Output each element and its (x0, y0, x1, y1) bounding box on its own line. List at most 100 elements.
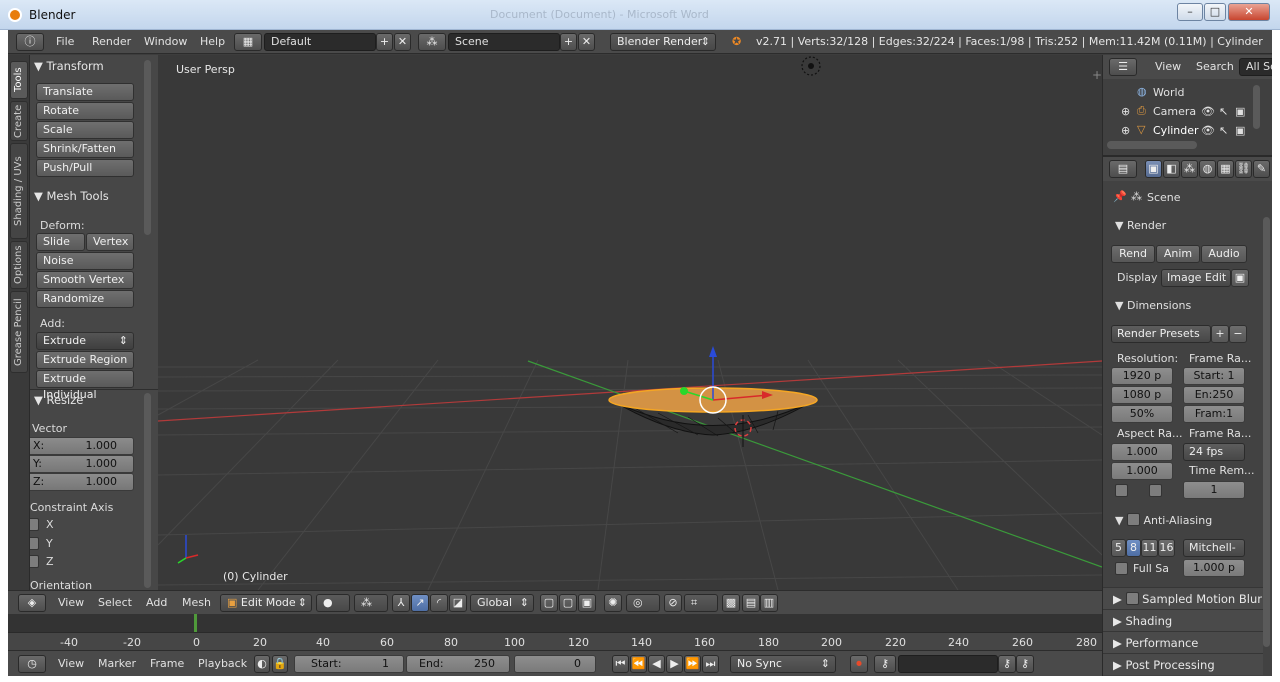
current-frame-field[interactable]: 0 (514, 655, 596, 673)
scale-manipulator-icon[interactable]: ◪ (449, 594, 467, 612)
layer-icon-3[interactable]: ▣ (578, 594, 596, 612)
sync-mode-dropdown[interactable]: No Sync ⇕ (730, 655, 836, 673)
viewport-shading-dropdown[interactable]: ● (316, 594, 350, 612)
render-still-button[interactable]: Rend (1111, 245, 1155, 263)
dimensions-panel-header[interactable]: ▼ Dimensions (1115, 299, 1191, 312)
jump-end-icon[interactable]: ⏭ (702, 655, 719, 673)
anti-aliasing-panel-header[interactable]: ▼ Anti-Aliasing (1115, 511, 1212, 527)
rotate-button[interactable]: Rotate (36, 102, 134, 120)
cylinder-visibility-eye-icon[interactable]: 👁 (1201, 124, 1215, 137)
add-preset-icon[interactable]: + (1211, 325, 1229, 343)
proportional-editing-dropdown[interactable]: ◎ (626, 594, 660, 612)
crop-checkbox[interactable] (1149, 484, 1162, 497)
viewport-corner-plus-icon[interactable]: + (1092, 68, 1102, 82)
performance-panel[interactable]: ▶ Performance (1103, 631, 1263, 653)
preview-range-icon[interactable]: ◐ (254, 655, 270, 673)
jump-keyframe-back-icon[interactable]: ⏪ (630, 655, 647, 673)
timeline-track[interactable] (8, 614, 1102, 632)
mesh-tools-panel-header[interactable]: ▼ Mesh Tools (34, 187, 109, 205)
opengl-render-icon[interactable]: ▩ (722, 594, 740, 612)
toolshelf-scrollbar-upper[interactable] (144, 60, 151, 235)
constraint-z-checkbox[interactable] (30, 555, 39, 568)
modifiers-tab-icon[interactable]: ✎ (1253, 160, 1270, 178)
expand-cylinder-icon[interactable]: ⊕ (1121, 124, 1130, 137)
menu-render[interactable]: Render (92, 33, 131, 51)
pin-icon[interactable]: 📌 (1113, 190, 1127, 203)
tab-grease-pencil[interactable]: Grease Pencil (10, 291, 28, 373)
resolution-x-field[interactable]: 1920 p (1111, 367, 1173, 385)
render-animation-button[interactable]: Anim (1156, 245, 1200, 263)
end-frame-field[interactable]: End: 250 (406, 655, 510, 673)
delete-keyframe-icon[interactable]: ⚷ (1016, 655, 1034, 673)
camera-render-icon[interactable]: ▤ (742, 594, 760, 612)
vector-z-field[interactable]: Z: 1.000 (30, 473, 134, 491)
scene-icon[interactable]: ⁂ (418, 33, 446, 51)
aa-filter-dropdown[interactable]: Mitchell- (1183, 539, 1245, 557)
minimize-button[interactable]: – (1177, 3, 1203, 21)
jump-keyframe-forward-icon[interactable]: ⏩ (684, 655, 701, 673)
aa-samples-16-button[interactable]: 16 (1158, 539, 1175, 557)
render-audio-button[interactable]: Audio (1201, 245, 1247, 263)
layout-remove-icon[interactable]: ✕ (394, 33, 411, 51)
jump-start-icon[interactable]: ⏮ (612, 655, 629, 673)
transform-orientation-dropdown[interactable]: Global ⇕ (470, 594, 534, 612)
outliner-camera[interactable]: Camera (1153, 105, 1196, 118)
frame-step-field[interactable]: Fram:1 (1183, 405, 1245, 423)
properties-scrollbar[interactable] (1263, 217, 1270, 647)
rotate-manipulator-icon[interactable]: ◜ (430, 594, 448, 612)
editor-type-3d-icon[interactable]: ◈ (18, 594, 46, 612)
render-panel-header[interactable]: ▼ Render (1115, 219, 1166, 232)
motion-blur-checkbox[interactable] (1125, 592, 1139, 605)
randomize-button[interactable]: Randomize (36, 290, 134, 308)
render-tab-icon[interactable]: ▣ (1145, 160, 1162, 178)
pivot-point-dropdown[interactable]: ⁂ (354, 594, 388, 612)
vp-menu-select[interactable]: Select (98, 594, 132, 612)
constraints-tab-icon[interactable]: ⛓ (1235, 160, 1252, 178)
aa-samples-8-button[interactable]: 8 (1126, 539, 1141, 557)
post-processing-panel[interactable]: ▶ Post Processing (1103, 653, 1263, 675)
editor-type-outliner-icon[interactable]: ☰ (1109, 58, 1137, 76)
occlude-geometry-icon[interactable]: ✺ (604, 594, 622, 612)
vp-menu-mesh[interactable]: Mesh (182, 594, 211, 612)
start-frame-field[interactable]: Start: 1 (294, 655, 404, 673)
editor-type-timeline-icon[interactable]: ◷ (18, 655, 46, 673)
manipulator-toggle-icon[interactable]: ⅄ (392, 594, 410, 612)
z-manipulator-arrow-icon[interactable] (709, 346, 717, 357)
tl-menu-playback[interactable]: Playback (198, 655, 247, 673)
tl-menu-marker[interactable]: Marker (98, 655, 136, 673)
layout-field[interactable]: Default (264, 33, 376, 51)
tab-tools[interactable]: Tools (10, 61, 28, 99)
vp-menu-add[interactable]: Add (146, 594, 167, 612)
layer-icon-2[interactable]: ▢ (559, 594, 577, 612)
layout-add-icon[interactable]: + (376, 33, 393, 51)
outliner-menu-view[interactable]: View (1155, 58, 1181, 76)
lock-interface-icon[interactable]: ▣ (1231, 269, 1249, 287)
render-layers-tab-icon[interactable]: ◧ (1163, 160, 1180, 178)
slide-edge-button[interactable]: Slide Ed (36, 233, 85, 264)
push-pull-button[interactable]: Push/Pull (36, 159, 134, 177)
outliner-v-scrollbar[interactable] (1253, 85, 1260, 129)
timeline-area[interactable]: -40 -20 0 20 40 60 80 100 120 140 160 18… (8, 614, 1102, 650)
time-remap-field[interactable]: 1 (1183, 481, 1245, 499)
tl-menu-frame[interactable]: Frame (150, 655, 184, 673)
outliner-cylinder[interactable]: Cylinder (1153, 124, 1199, 137)
play-reverse-icon[interactable]: ◀ (648, 655, 665, 673)
object-tab-icon[interactable]: ▦ (1217, 160, 1234, 178)
resolution-y-field[interactable]: 1080 p (1111, 386, 1173, 404)
scene-field[interactable]: Scene (448, 33, 560, 51)
tl-menu-view[interactable]: View (58, 655, 84, 673)
cylinder-render-icon[interactable]: ▣ (1235, 124, 1245, 137)
mode-dropdown[interactable]: ▣ Edit Mode ⇕ (220, 594, 312, 612)
cylinder-selectable-cursor-icon[interactable]: ↖ (1219, 124, 1228, 137)
play-icon[interactable]: ▶ (666, 655, 683, 673)
lock-icon[interactable]: 🔒 (272, 655, 288, 673)
constraint-y-checkbox[interactable] (30, 537, 39, 550)
scene-remove-icon[interactable]: ✕ (578, 33, 595, 51)
frame-start-field[interactable]: Start: 1 (1183, 367, 1245, 385)
sampled-motion-blur-panel[interactable]: ▶ Sampled Motion Blur (1103, 587, 1263, 609)
shrink-fatten-button[interactable]: Shrink/Fatten (36, 140, 134, 158)
expand-camera-icon[interactable]: ⊕ (1121, 105, 1130, 118)
menu-help[interactable]: Help (200, 33, 225, 51)
screen-layout-icon[interactable]: ▦ (234, 33, 262, 51)
camera-render-icon[interactable]: ▣ (1235, 105, 1245, 118)
